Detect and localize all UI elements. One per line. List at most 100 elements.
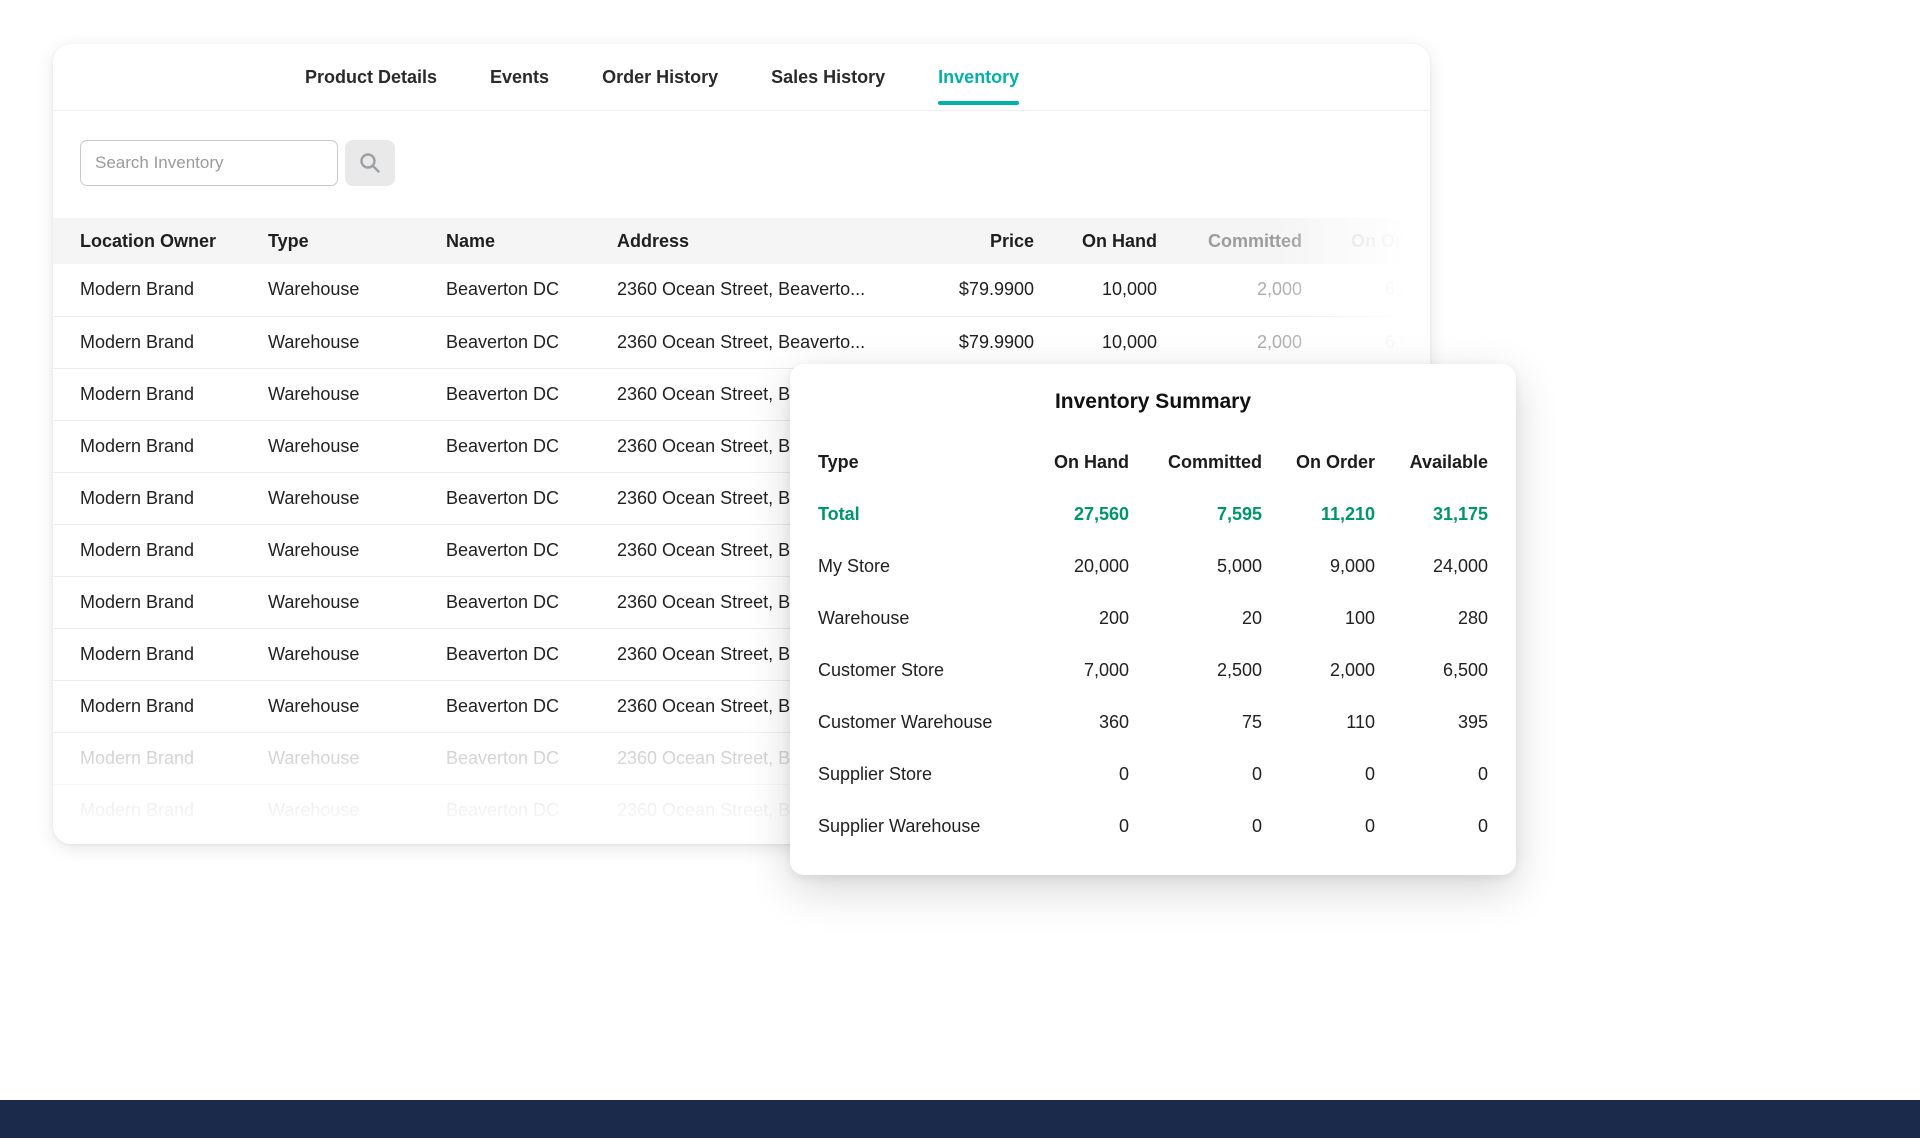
summary-cell-on-order: 11,210 bbox=[1262, 488, 1375, 540]
tab-bar: Product Details Events Order History Sal… bbox=[53, 44, 1430, 111]
summary-cell-available: 0 bbox=[1375, 748, 1488, 800]
cell-name: Beaverton DC bbox=[446, 420, 617, 472]
summary-cell-available: 24,000 bbox=[1375, 540, 1488, 592]
summary-cell-type: Total bbox=[818, 488, 1003, 540]
search-toolbar bbox=[80, 140, 1430, 186]
column-on-order: On Order bbox=[1302, 218, 1430, 264]
search-button[interactable] bbox=[345, 140, 395, 186]
cell-location-owner: Modern Brand bbox=[53, 732, 268, 784]
summary-cell-on-hand: 7,000 bbox=[1003, 644, 1129, 696]
cell-type: Warehouse bbox=[268, 472, 446, 524]
summary-cell-on-order: 110 bbox=[1262, 696, 1375, 748]
summary-column-type: Type bbox=[818, 436, 1003, 488]
cell-type: Warehouse bbox=[268, 680, 446, 732]
summary-cell-on-hand: 20,000 bbox=[1003, 540, 1129, 592]
cell-location-owner: Modern Brand bbox=[53, 368, 268, 420]
summary-cell-on-order: 2,000 bbox=[1262, 644, 1375, 696]
search-icon bbox=[358, 151, 382, 175]
cell-name: Beaverton DC bbox=[446, 576, 617, 628]
cell-location-owner: Modern Brand bbox=[53, 420, 268, 472]
search-input[interactable] bbox=[80, 140, 338, 186]
summary-cell-committed: 5,000 bbox=[1129, 540, 1262, 592]
cell-location-owner: Modern Brand bbox=[53, 576, 268, 628]
column-address: Address bbox=[617, 218, 910, 264]
tab-order-history[interactable]: Order History bbox=[602, 44, 718, 110]
summary-cell-on-order: 9,000 bbox=[1262, 540, 1375, 592]
tab-events[interactable]: Events bbox=[490, 44, 549, 110]
cell-name: Beaverton DC bbox=[446, 368, 617, 420]
summary-cell-type: Warehouse bbox=[818, 592, 1003, 644]
column-on-hand: On Hand bbox=[1034, 218, 1157, 264]
summary-row: Supplier Warehouse 0 0 0 0 bbox=[818, 800, 1488, 852]
summary-cell-type: My Store bbox=[818, 540, 1003, 592]
summary-title: Inventory Summary bbox=[818, 390, 1488, 414]
cell-committed: 2,000 bbox=[1157, 264, 1302, 316]
summary-column-available: Available bbox=[1375, 436, 1488, 488]
tab-sales-history[interactable]: Sales History bbox=[771, 44, 885, 110]
cell-committed: 2,000 bbox=[1157, 316, 1302, 368]
cell-location-owner: Modern Brand bbox=[53, 316, 268, 368]
column-committed: Committed bbox=[1157, 218, 1302, 264]
cell-location-owner: Modern Brand bbox=[53, 472, 268, 524]
cell-location-owner: Modern Brand bbox=[53, 264, 268, 316]
cell-name: Beaverton DC bbox=[446, 732, 617, 784]
summary-cell-on-hand: 200 bbox=[1003, 592, 1129, 644]
tab-inventory[interactable]: Inventory bbox=[938, 44, 1019, 110]
summary-column-on-hand: On Hand bbox=[1003, 436, 1129, 488]
summary-cell-on-order: 0 bbox=[1262, 800, 1375, 852]
summary-cell-available: 395 bbox=[1375, 696, 1488, 748]
summary-row: Customer Warehouse 360 75 110 395 bbox=[818, 696, 1488, 748]
cell-type: Warehouse bbox=[268, 576, 446, 628]
summary-cell-on-hand: 360 bbox=[1003, 696, 1129, 748]
footer-bar bbox=[0, 1100, 1920, 1138]
cell-address: 2360 Ocean Street, Beaverto... bbox=[617, 264, 910, 316]
summary-cell-type: Supplier Store bbox=[818, 748, 1003, 800]
summary-cell-committed: 0 bbox=[1129, 748, 1262, 800]
tab-product-details[interactable]: Product Details bbox=[305, 44, 437, 110]
summary-cell-on-hand: 27,560 bbox=[1003, 488, 1129, 540]
column-type: Type bbox=[268, 218, 446, 264]
cell-price: $79.9900 bbox=[910, 264, 1034, 316]
cell-location-owner: Modern Brand bbox=[53, 784, 268, 836]
cell-price: $79.9900 bbox=[910, 316, 1034, 368]
cell-name: Beaverton DC bbox=[446, 264, 617, 316]
summary-cell-committed: 20 bbox=[1129, 592, 1262, 644]
inventory-summary-popup: Inventory Summary Type On Hand Committed… bbox=[790, 364, 1516, 875]
summary-cell-on-order: 0 bbox=[1262, 748, 1375, 800]
table-row[interactable]: Modern Brand Warehouse Beaverton DC 2360… bbox=[53, 316, 1430, 368]
cell-name: Beaverton DC bbox=[446, 472, 617, 524]
summary-cell-committed: 7,595 bbox=[1129, 488, 1262, 540]
table-header-row: Location Owner Type Name Address Price O… bbox=[53, 218, 1430, 264]
summary-cell-available: 0 bbox=[1375, 800, 1488, 852]
cell-type: Warehouse bbox=[268, 784, 446, 836]
summary-cell-available: 280 bbox=[1375, 592, 1488, 644]
summary-row: Supplier Store 0 0 0 0 bbox=[818, 748, 1488, 800]
summary-cell-type: Customer Warehouse bbox=[818, 696, 1003, 748]
cell-name: Beaverton DC bbox=[446, 784, 617, 836]
summary-cell-available: 31,175 bbox=[1375, 488, 1488, 540]
summary-table: Type On Hand Committed On Order Availabl… bbox=[818, 436, 1488, 852]
summary-cell-on-order: 100 bbox=[1262, 592, 1375, 644]
summary-cell-committed: 0 bbox=[1129, 800, 1262, 852]
summary-cell-on-hand: 0 bbox=[1003, 800, 1129, 852]
cell-name: Beaverton DC bbox=[446, 316, 617, 368]
table-row[interactable]: Modern Brand Warehouse Beaverton DC 2360… bbox=[53, 264, 1430, 316]
cell-on-order: 6,000 bbox=[1302, 316, 1430, 368]
summary-row: Warehouse 200 20 100 280 bbox=[818, 592, 1488, 644]
summary-cell-committed: 75 bbox=[1129, 696, 1262, 748]
summary-cell-committed: 2,500 bbox=[1129, 644, 1262, 696]
cell-type: Warehouse bbox=[268, 368, 446, 420]
cell-type: Warehouse bbox=[268, 420, 446, 472]
cell-type: Warehouse bbox=[268, 264, 446, 316]
cell-type: Warehouse bbox=[268, 524, 446, 576]
cell-location-owner: Modern Brand bbox=[53, 680, 268, 732]
summary-cell-type: Customer Store bbox=[818, 644, 1003, 696]
summary-row: My Store 20,000 5,000 9,000 24,000 bbox=[818, 540, 1488, 592]
cell-name: Beaverton DC bbox=[446, 524, 617, 576]
summary-column-on-order: On Order bbox=[1262, 436, 1375, 488]
cell-on-hand: 10,000 bbox=[1034, 264, 1157, 316]
cell-location-owner: Modern Brand bbox=[53, 524, 268, 576]
summary-header-row: Type On Hand Committed On Order Availabl… bbox=[818, 436, 1488, 488]
cell-on-order: 6,000 bbox=[1302, 264, 1430, 316]
summary-cell-on-hand: 0 bbox=[1003, 748, 1129, 800]
